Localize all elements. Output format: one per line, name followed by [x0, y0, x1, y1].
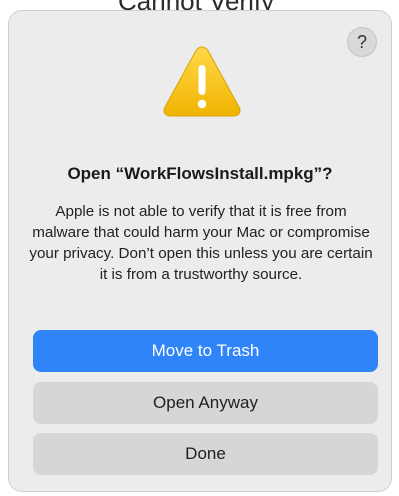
- dialog-title: Open “WorkFlowsInstall.mpkg”?: [67, 164, 333, 183]
- screen: Cannot Verify ? Open “WorkFlowsInstall.m…: [0, 0, 399, 496]
- move-to-trash-button[interactable]: Move to Trash: [33, 330, 378, 372]
- dialog-message: Apple is not able to verify that it is f…: [29, 203, 373, 283]
- open-anyway-button[interactable]: Open Anyway: [33, 382, 378, 424]
- help-button[interactable]: ?: [347, 27, 377, 57]
- warning-icon: [163, 46, 241, 117]
- done-button[interactable]: Done: [33, 433, 378, 475]
- security-alert-dialog: ? Open “WorkFlowsInstall.mpkg”? Apple is…: [8, 10, 392, 492]
